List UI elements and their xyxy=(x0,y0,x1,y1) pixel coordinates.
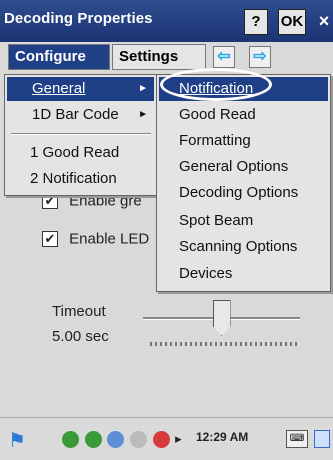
submenu-item-formatting[interactable]: Formatting xyxy=(159,129,328,153)
menu-item-general-label: General xyxy=(32,80,86,97)
scroll-right-icon[interactable]: ⇨ xyxy=(249,46,271,68)
timeout-value: 5.00 sec xyxy=(52,328,109,345)
menu-item-1d-bar-code[interactable]: 1D Bar Code ► xyxy=(7,103,154,127)
timeout-slider-ticks xyxy=(150,342,298,346)
general-submenu: Notification Good Read Formatting Genera… xyxy=(156,74,331,292)
start-flag-icon[interactable]: ⚑ xyxy=(8,428,26,453)
tab-row: Configure Settings ⇦ ⇨ xyxy=(0,42,333,72)
ok-button[interactable]: OK xyxy=(278,9,306,35)
window-title: Decoding Properties xyxy=(4,10,153,27)
close-button[interactable]: × xyxy=(313,9,333,35)
submenu-item-spot-beam[interactable]: Spot Beam xyxy=(159,209,328,233)
checkbox-row-2[interactable]: ✔ Enable LED xyxy=(42,230,149,250)
configure-menu: General ► 1D Bar Code ► 1 Good Read 2 No… xyxy=(4,74,157,196)
taskbar: ⚑ ▸ 12:29 AM ⌨ xyxy=(0,417,333,460)
highlight-oval xyxy=(160,68,272,101)
submenu-item-devices[interactable]: Devices xyxy=(159,262,328,286)
checkbox-2[interactable]: ✔ xyxy=(42,231,58,248)
submenu-arrow-icon: ► xyxy=(138,109,148,120)
submenu-item-general-options[interactable]: General Options xyxy=(159,155,328,179)
checkbox-2-label: Enable LED xyxy=(69,230,150,248)
menu-item-good-read-label: 1 Good Read xyxy=(30,144,120,161)
timeout-label: Timeout xyxy=(52,303,106,320)
scroll-left-icon[interactable]: ⇦ xyxy=(213,46,235,68)
menu-item-1d-bar-code-label: 1D Bar Code xyxy=(32,106,119,123)
help-button[interactable]: ? xyxy=(244,9,268,35)
tab-configure[interactable]: Configure xyxy=(8,44,110,70)
menu-separator xyxy=(11,133,151,135)
tab-settings[interactable]: Settings xyxy=(112,44,206,70)
submenu-item-good-read[interactable]: Good Read xyxy=(159,103,328,127)
sync-icon[interactable] xyxy=(84,431,102,449)
connection-icon[interactable] xyxy=(107,431,125,449)
menu-item-notification-label: 2 Notification xyxy=(30,170,117,187)
menu-item-general[interactable]: General ► xyxy=(7,77,154,101)
volume-icon[interactable] xyxy=(152,431,170,449)
menu-item-good-read[interactable]: 1 Good Read xyxy=(7,141,154,165)
menu-item-notification[interactable]: 2 Notification xyxy=(7,167,154,191)
input-panel-icon[interactable] xyxy=(314,430,330,448)
submenu-arrow-icon: ► xyxy=(138,83,148,94)
submenu-item-decoding-options[interactable]: Decoding Options xyxy=(159,181,328,205)
network-icon[interactable] xyxy=(62,431,79,449)
bluetooth-icon[interactable] xyxy=(129,431,147,449)
keyboard-icon[interactable]: ⌨ xyxy=(286,430,308,448)
submenu-item-scanning-options[interactable]: Scanning Options xyxy=(159,235,328,259)
title-bar: Decoding Properties ? OK × xyxy=(0,0,333,42)
system-tray: ▸ xyxy=(62,427,182,451)
tray-arrow-icon[interactable]: ▸ xyxy=(175,431,182,446)
clock[interactable]: 12:29 AM xyxy=(196,430,248,444)
